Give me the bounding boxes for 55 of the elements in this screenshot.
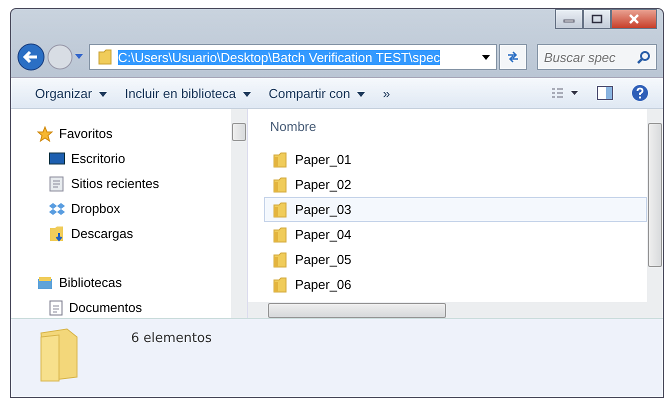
sidebar-item[interactable]: Sitios recientes: [37, 171, 231, 196]
scrollbar[interactable]: [647, 109, 663, 318]
sidebar-item[interactable]: Escritorio: [37, 146, 231, 171]
sidebar-item[interactable]: Bibliotecas: [37, 270, 231, 295]
sidebar-item[interactable]: Dropbox: [37, 196, 231, 221]
recent-places-icon: [49, 176, 65, 192]
library-icon: [37, 274, 53, 290]
search-field[interactable]: Buscar spec: [537, 44, 657, 70]
sidebar-item[interactable]: Descargas: [37, 221, 231, 246]
toolbar-menu-button[interactable]: Compartir con: [268, 86, 365, 100]
sidebar-item[interactable]: Favoritos: [37, 121, 231, 146]
folder-row[interactable]: Paper_06: [264, 272, 647, 297]
address-text: C:\Users\Usuario\Desktop\Batch Verification TEST\spec: [118, 50, 440, 64]
folder-row[interactable]: Paper_01: [264, 147, 647, 172]
more-button[interactable]: »: [382, 86, 390, 100]
maximize-button[interactable]: [583, 9, 611, 29]
folder-icon: [273, 152, 287, 168]
caret-icon[interactable]: [75, 54, 83, 60]
folder-row[interactable]: Paper_03: [264, 197, 647, 222]
dropbox-icon: [49, 202, 65, 216]
minimize-button[interactable]: [555, 9, 583, 29]
downloads-folder-icon: [49, 226, 65, 242]
view-options-icon[interactable]: [551, 87, 579, 99]
folder-icon: [98, 49, 112, 65]
column-header[interactable]: Nombre: [248, 109, 647, 147]
refresh-button[interactable]: [499, 44, 527, 70]
scrollbar[interactable]: [231, 109, 247, 318]
toolbar-menu-button[interactable]: Organizar: [35, 86, 107, 100]
refresh-icon: [506, 51, 520, 63]
preview-pane-icon[interactable]: [597, 86, 613, 100]
folder-icon: [273, 202, 287, 218]
caret-icon: [242, 92, 251, 97]
star-icon: [37, 126, 53, 142]
item-count: 6 elementos: [131, 331, 212, 346]
maximize-icon: [591, 14, 603, 24]
toolbar-menu-button[interactable]: Incluir en biblioteca: [124, 86, 251, 100]
folder-icon: [273, 276, 287, 292]
desktop-icon: [49, 152, 65, 166]
document-icon: [49, 300, 63, 316]
search-icon: [637, 50, 651, 64]
back-icon[interactable]: [17, 43, 45, 71]
folder-row[interactable]: Paper_05: [264, 247, 647, 272]
sidebar-item[interactable]: Documentos: [37, 295, 231, 320]
folder-icon: [273, 252, 287, 268]
caret-icon: [98, 92, 107, 97]
help-icon[interactable]: [631, 84, 649, 102]
scrollbar[interactable]: [248, 302, 647, 318]
close-icon: [627, 13, 641, 25]
folder-row[interactable]: Paper_02: [264, 172, 647, 197]
folder-icon: [273, 226, 287, 242]
folder-icon: [273, 176, 287, 192]
close-button[interactable]: [611, 9, 657, 29]
dropdown-icon[interactable]: [482, 54, 490, 60]
caret-icon: [356, 92, 365, 97]
folder-row[interactable]: Paper_04: [264, 222, 647, 247]
